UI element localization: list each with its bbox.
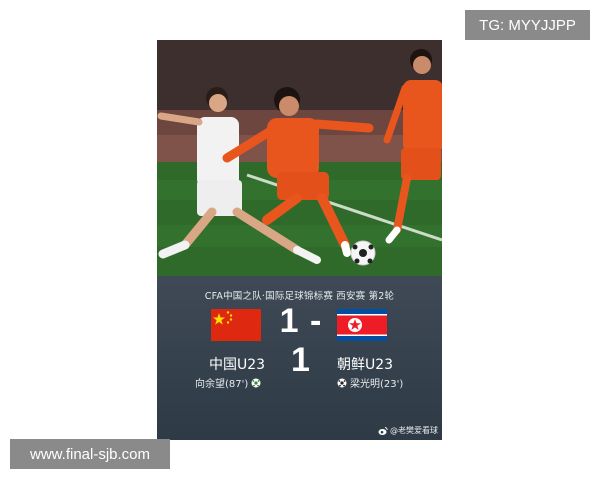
away-scorer-text: 梁光明(23') (350, 379, 404, 390)
goal-ball-icon (337, 378, 347, 387)
away-scorer: 梁光明(23') (337, 375, 403, 390)
source-credit: @老樊爱看球 (378, 425, 438, 436)
score-panel: CFA中国之队·国际足球锦标赛 西安赛 第2轮 1 - 1 中国U23 朝鲜U2… (157, 276, 442, 440)
match-photo-illustration (157, 40, 442, 276)
match-score: 1 - 1 (279, 302, 323, 379)
goal-ball-icon (251, 378, 261, 387)
credit-text: @老樊爱看球 (390, 426, 438, 435)
away-team-name: 朝鲜U23 (337, 357, 394, 373)
home-scorer: 向余望(87') (195, 375, 261, 390)
site-watermark: www.final-sjb.com (10, 439, 170, 469)
competition-title: CFA中国之队·国际足球锦标赛 西安赛 第2轮 (204, 291, 395, 302)
home-scorer-text: 向余望(87') (195, 379, 249, 390)
china-flag-icon (211, 309, 261, 341)
match-photo (157, 40, 442, 276)
match-card: CFA中国之队·国际足球锦标赛 西安赛 第2轮 1 - 1 中国U23 朝鲜U2… (157, 40, 442, 440)
home-team-name: 中国U23 (209, 357, 266, 373)
weibo-icon (378, 426, 388, 435)
telegram-badge: TG: MYYJJPP (465, 10, 590, 40)
football-icon (350, 240, 376, 266)
north-korea-flag-icon (337, 309, 387, 341)
